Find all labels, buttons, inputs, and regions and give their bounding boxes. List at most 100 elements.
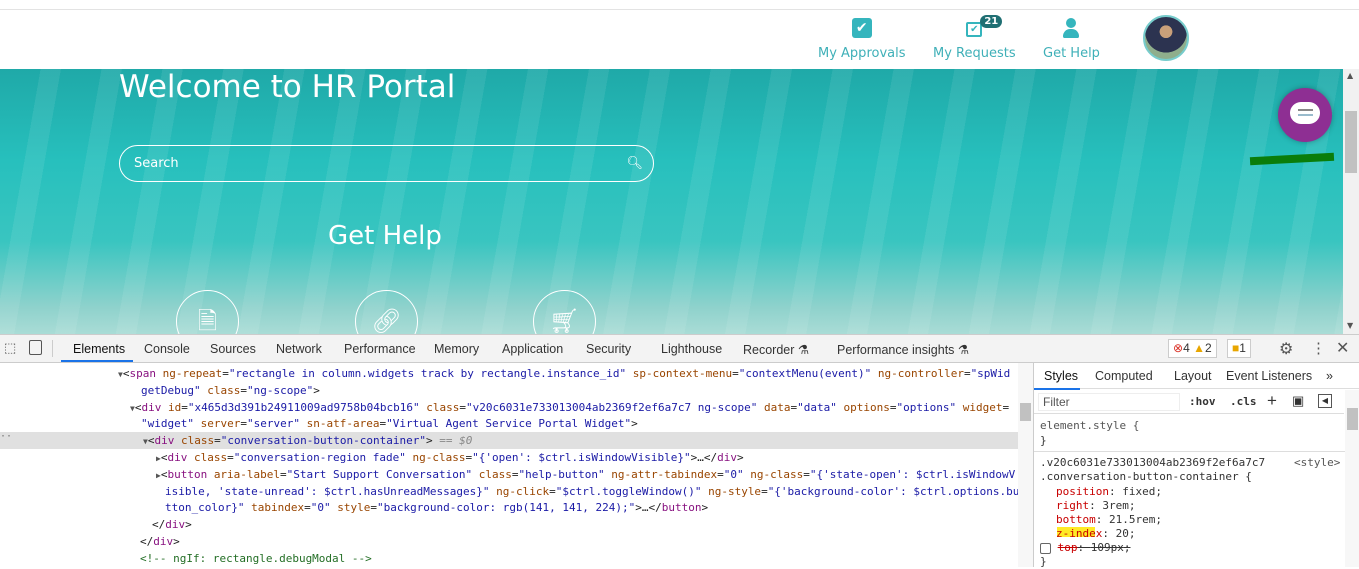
css-property[interactable]: z-index: 20;	[1056, 527, 1135, 541]
dom-node-line[interactable]: tton_color}" tabindex="0" style="backgro…	[0, 499, 1018, 516]
code-token: == $0	[439, 434, 473, 448]
hov-button[interactable]: :hov	[1189, 395, 1216, 408]
css-property[interactable]: bottom: 21.5rem;	[1056, 513, 1162, 527]
style-source-link[interactable]: <style>	[1294, 456, 1340, 470]
property-value: 109px	[1090, 541, 1124, 554]
more-options-icon[interactable]: ⋮	[1311, 339, 1326, 357]
dom-node-line[interactable]: getDebug" class="ng-scope">	[0, 382, 1018, 399]
tab-network[interactable]: Network	[276, 342, 322, 356]
tab-styles[interactable]: Styles	[1044, 369, 1078, 383]
code-token: >	[631, 417, 638, 431]
dom-node-line[interactable]: ▶<div class="conversation-region fade" n…	[0, 449, 1018, 466]
code-token: isible, 'state-unread': $ctrl.hasUnreadM…	[165, 484, 497, 498]
styles-scrollbar[interactable]	[1345, 390, 1359, 567]
toggle-sidebar-icon[interactable]: ◀	[1318, 394, 1332, 408]
code-token: =	[280, 467, 287, 481]
dom-node-line[interactable]: </div>	[0, 516, 1018, 533]
page-title: Welcome to HR Portal	[119, 69, 456, 105]
code-token: =	[181, 400, 188, 414]
dom-node-line[interactable]: ▶<button aria-label="Start Support Conve…	[0, 466, 1018, 483]
user-avatar[interactable]	[1143, 15, 1189, 61]
device-toggle-icon[interactable]	[29, 340, 42, 355]
divider	[1034, 451, 1345, 452]
tab-layout[interactable]: Layout	[1174, 369, 1212, 383]
code-token: ng-class	[750, 467, 804, 481]
property-name: right	[1056, 499, 1090, 512]
code-token: =	[240, 417, 247, 431]
tab-recorder[interactable]: Recorder ⚗	[743, 342, 809, 357]
portal-header: ✔ My Approvals ✔ 21 My Requests Get Help	[0, 10, 1359, 69]
code-token: "0"	[723, 467, 751, 481]
code-token: >	[701, 501, 709, 515]
nav-my-requests[interactable]: ✔ 21 My Requests	[933, 15, 1016, 61]
disabled-property[interactable]: top: 109px;	[1040, 541, 1131, 555]
code-token: ng-controller	[877, 367, 964, 380]
dom-node-line[interactable]: ▼<div class="conversation-button-contain…	[0, 432, 1018, 450]
row-menu-icon[interactable]: ··	[0, 431, 12, 442]
code-token: options	[843, 400, 890, 414]
scrollbar-thumb[interactable]	[1020, 403, 1031, 421]
new-rule-button[interactable]: +	[1267, 391, 1277, 411]
css-property[interactable]: position: fixed;	[1056, 485, 1162, 499]
error-warning-counter[interactable]: ⊗4 ▲2	[1168, 339, 1217, 358]
tab-performance-insights[interactable]: Performance insights ⚗	[837, 342, 969, 357]
code-token: </	[152, 518, 166, 532]
code-token: >	[426, 434, 440, 448]
search-input[interactable]: Search 🔍︎	[119, 145, 654, 182]
nav-my-approvals[interactable]: ✔ My Approvals	[818, 18, 906, 61]
code-token: ng-class	[412, 451, 466, 464]
error-count: 4	[1183, 341, 1190, 355]
scrollbar-thumb[interactable]	[1345, 111, 1357, 173]
settings-gear-icon[interactable]: ⚙	[1279, 339, 1293, 359]
paint-roller-icon[interactable]: ▣	[1292, 393, 1304, 409]
chat-button[interactable]	[1278, 88, 1332, 142]
tab-memory[interactable]: Memory	[434, 342, 479, 356]
tab-computed[interactable]: Computed	[1095, 369, 1153, 383]
tab-performance[interactable]: Performance	[344, 342, 416, 356]
code-token: button	[167, 467, 214, 481]
close-devtools-icon[interactable]: ✕	[1336, 338, 1349, 358]
inspect-icon[interactable]: ⬚	[4, 340, 16, 356]
tab-console[interactable]: Console	[144, 342, 190, 356]
elements-scrollbar[interactable]	[1018, 363, 1033, 567]
dom-node-line[interactable]: "widget" server="server" sn-atf-area="Vi…	[0, 415, 1018, 432]
styles-pane: Styles Computed Layout Event Listeners »…	[1033, 363, 1359, 568]
dom-node-line[interactable]: isible, 'state-unread': $ctrl.hasUnreadM…	[0, 483, 1019, 500]
scrollbar-thumb[interactable]	[1347, 408, 1358, 430]
code-token: "background-color: rgb(141, 141, 224);"	[376, 501, 636, 515]
code-token: >	[173, 535, 180, 548]
tab-event-listeners[interactable]: Event Listeners	[1226, 369, 1312, 383]
more-tabs-icon[interactable]: »	[1326, 369, 1333, 383]
dom-node-line[interactable]: </div>	[0, 533, 1018, 550]
dom-node-line[interactable]: ▼<span ng-repeat="rectangle in column.wi…	[0, 365, 1018, 382]
dom-node-line[interactable]: ▼<div id="x465d3d391b24911009ad9758b04bc…	[0, 399, 1018, 416]
property-checkbox[interactable]	[1040, 542, 1051, 554]
styles-filter-input[interactable]: Filter	[1038, 393, 1180, 411]
tab-lighthouse[interactable]: Lighthouse	[661, 342, 722, 356]
code-token: ng-attr-tabindex	[611, 467, 718, 481]
property-name: position	[1056, 485, 1109, 498]
rule-selector-line2[interactable]: .conversation-button-container {	[1040, 470, 1252, 484]
tab-elements[interactable]: Elements	[73, 342, 125, 356]
divider	[52, 340, 53, 357]
scroll-down-icon[interactable]: ▼	[1347, 321, 1353, 330]
property-value: 20;	[1115, 527, 1136, 540]
nav-get-help[interactable]: Get Help	[1043, 18, 1100, 61]
tab-security[interactable]: Security	[586, 342, 631, 356]
code-token: getDebug"	[141, 383, 208, 397]
cls-button[interactable]: .cls	[1230, 395, 1257, 408]
rule-selector-line1[interactable]: .v20c6031e733013004ab2369f2ef6a7c7	[1040, 456, 1265, 470]
code-token: "widget"	[141, 417, 201, 431]
user-icon	[1061, 18, 1081, 38]
code-token: tabindex	[251, 501, 305, 515]
page-scrollbar[interactable]: ▲ ▼	[1343, 69, 1359, 334]
scroll-up-icon[interactable]: ▲	[1347, 71, 1353, 80]
search-icon[interactable]: 🔍︎	[626, 146, 643, 181]
tab-sources[interactable]: Sources	[210, 342, 256, 356]
css-property[interactable]: right: 3rem;	[1056, 499, 1136, 513]
dom-node-line[interactable]: <!-- ngIf: rectangle.debugModal -->	[0, 550, 1018, 567]
element-style-selector[interactable]: element.style {	[1040, 419, 1139, 433]
code-token: >…</	[690, 451, 718, 464]
tab-application[interactable]: Application	[502, 342, 563, 356]
issues-counter[interactable]: ■1	[1227, 339, 1251, 358]
